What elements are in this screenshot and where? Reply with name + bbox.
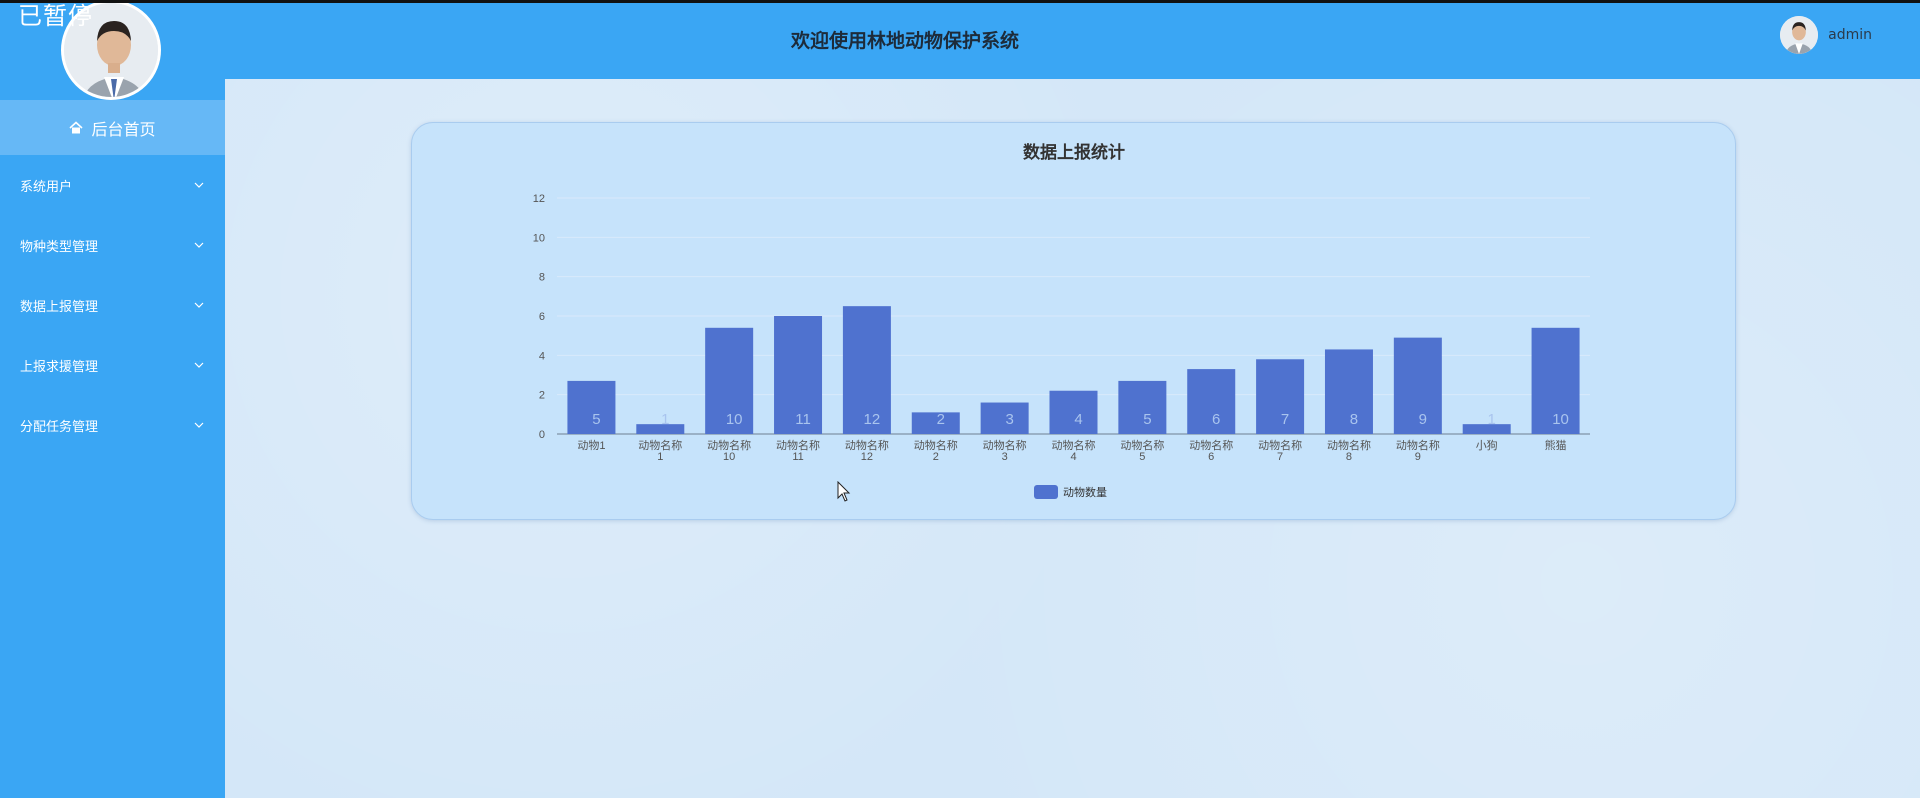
- x-tick-label: 9: [1415, 451, 1421, 463]
- bar-data-label: 6: [1212, 411, 1220, 428]
- bar-data-label: 3: [1005, 411, 1013, 428]
- avatar-image: [1780, 16, 1819, 54]
- x-tick-label: 动物名称: [707, 438, 751, 452]
- x-tick-label: 6: [1208, 451, 1214, 463]
- username: admin: [1828, 27, 1872, 43]
- x-tick-label: 动物名称: [1396, 438, 1440, 452]
- x-tick-label: 10: [723, 451, 735, 463]
- bar-data-label: 10: [1552, 411, 1569, 428]
- legend-label: 动物数量: [1063, 485, 1107, 499]
- bar-data-label: 8: [1350, 411, 1358, 428]
- sidebar-item-task-assign[interactable]: 分配任务管理: [0, 395, 225, 455]
- chart-title: 数据上报统计: [1023, 142, 1125, 162]
- bar-data-label: 9: [1419, 411, 1427, 428]
- chevron-down-icon: [194, 182, 204, 188]
- y-tick-label: 0: [539, 429, 545, 441]
- bar-data-label: 5: [592, 411, 600, 428]
- bar-data-label: 1: [661, 411, 669, 428]
- x-tick-label: 11: [792, 451, 803, 463]
- y-tick-label: 12: [533, 193, 545, 205]
- x-tick-label: 动物名称: [1327, 438, 1371, 452]
- sidebar-item-label: 系统用户: [20, 179, 73, 195]
- home-icon: [69, 120, 84, 133]
- user-menu[interactable]: admin: [1780, 16, 1872, 54]
- x-tick-label: 动物名称: [845, 438, 889, 452]
- chevron-down-icon: [194, 302, 204, 308]
- x-tick-label: 4: [1070, 451, 1076, 463]
- x-tick-label: 熊猫: [1545, 438, 1567, 452]
- bar-data-label: 7: [1281, 411, 1289, 428]
- chart-card: 数据上报统计 0 2 4 6 8 10 12 5 动物1 1 动物名称 1 10 动物名称 10 11 动物名称 1…: [411, 122, 1736, 520]
- sidebar: 后台首页 系统用户 物种类型管理 数据上报管理 上报求援管理 分配任务管理: [0, 0, 225, 798]
- chevron-down-icon: [194, 422, 204, 428]
- bar-data-label: 11: [795, 411, 811, 428]
- bar-data-label: 12: [864, 411, 881, 428]
- avatar[interactable]: [1780, 16, 1819, 54]
- y-tick-label: 10: [533, 232, 545, 244]
- x-tick-label: 2: [933, 451, 939, 463]
- sidebar-item-label: 后台首页: [91, 119, 156, 139]
- sidebar-item-label: 物种类型管理: [20, 239, 99, 255]
- sidebar-item-label: 分配任务管理: [20, 419, 99, 435]
- sidebar-item-home[interactable]: 后台首页: [0, 100, 225, 155]
- sidebar-item-system-users[interactable]: 系统用户: [0, 155, 225, 215]
- x-tick-label: 1: [657, 451, 663, 463]
- sidebar-item-species-type[interactable]: 物种类型管理: [0, 215, 225, 275]
- bar-data-label: 2: [937, 411, 945, 428]
- x-tick-label: 12: [861, 451, 873, 463]
- x-tick-label: 动物名称: [1258, 438, 1302, 452]
- main-content: 数据上报统计 0 2 4 6 8 10 12 5 动物1 1 动物名称 1 10 动物名称 10 11 动物名称 1…: [225, 79, 1920, 798]
- x-tick-label: 7: [1277, 451, 1283, 463]
- x-tick-label: 动物名称: [983, 438, 1027, 452]
- bar-data-label: 5: [1143, 411, 1151, 428]
- chevron-down-icon: [194, 362, 204, 368]
- legend-swatch: [1034, 485, 1058, 499]
- bar-data-label: 1: [1488, 411, 1496, 428]
- sidebar-item-label: 数据上报管理: [20, 299, 99, 315]
- page-title: 欢迎使用林地动物保护系统: [791, 30, 1020, 52]
- top-strip: [0, 0, 1920, 3]
- sidebar-item-data-report[interactable]: 数据上报管理: [0, 275, 225, 335]
- x-tick-label: 小狗: [1476, 439, 1498, 452]
- top-header: 欢迎使用林地动物保护系统 admin: [225, 0, 1920, 79]
- bar-chart: 数据上报统计0246810125动物11动物名称110动物名称1011动物名称1…: [533, 142, 1590, 499]
- x-tick-label: 3: [1002, 451, 1008, 463]
- sidebar-item-help-request[interactable]: 上报求援管理: [0, 335, 225, 395]
- x-tick-label: 动物1: [577, 438, 605, 452]
- x-tick-label: 动物名称: [914, 438, 958, 452]
- sidebar-item-label: 上报求援管理: [20, 359, 99, 375]
- bar-data-label: 10: [726, 411, 743, 428]
- x-tick-label: 8: [1346, 451, 1352, 463]
- x-tick-label: 5: [1139, 451, 1145, 463]
- x-tick-label: 动物名称: [1052, 438, 1096, 452]
- x-tick-label: 动物名称: [776, 438, 820, 452]
- y-tick-label: 8: [539, 272, 545, 284]
- y-tick-label: 4: [539, 350, 545, 362]
- paused-overlay-text: 已暂停: [18, 2, 93, 30]
- sidebar-menu: 系统用户 物种类型管理 数据上报管理 上报求援管理 分配任务管理: [0, 155, 225, 455]
- chevron-down-icon: [194, 242, 204, 248]
- x-tick-label: 动物名称: [638, 438, 682, 452]
- y-tick-label: 6: [539, 311, 545, 323]
- y-tick-label: 2: [539, 390, 545, 402]
- x-tick-label: 动物名称: [1189, 438, 1233, 452]
- mouse-cursor-icon: [837, 481, 851, 502]
- x-tick-label: 动物名称: [1120, 438, 1164, 452]
- bar-data-label: 4: [1074, 411, 1082, 428]
